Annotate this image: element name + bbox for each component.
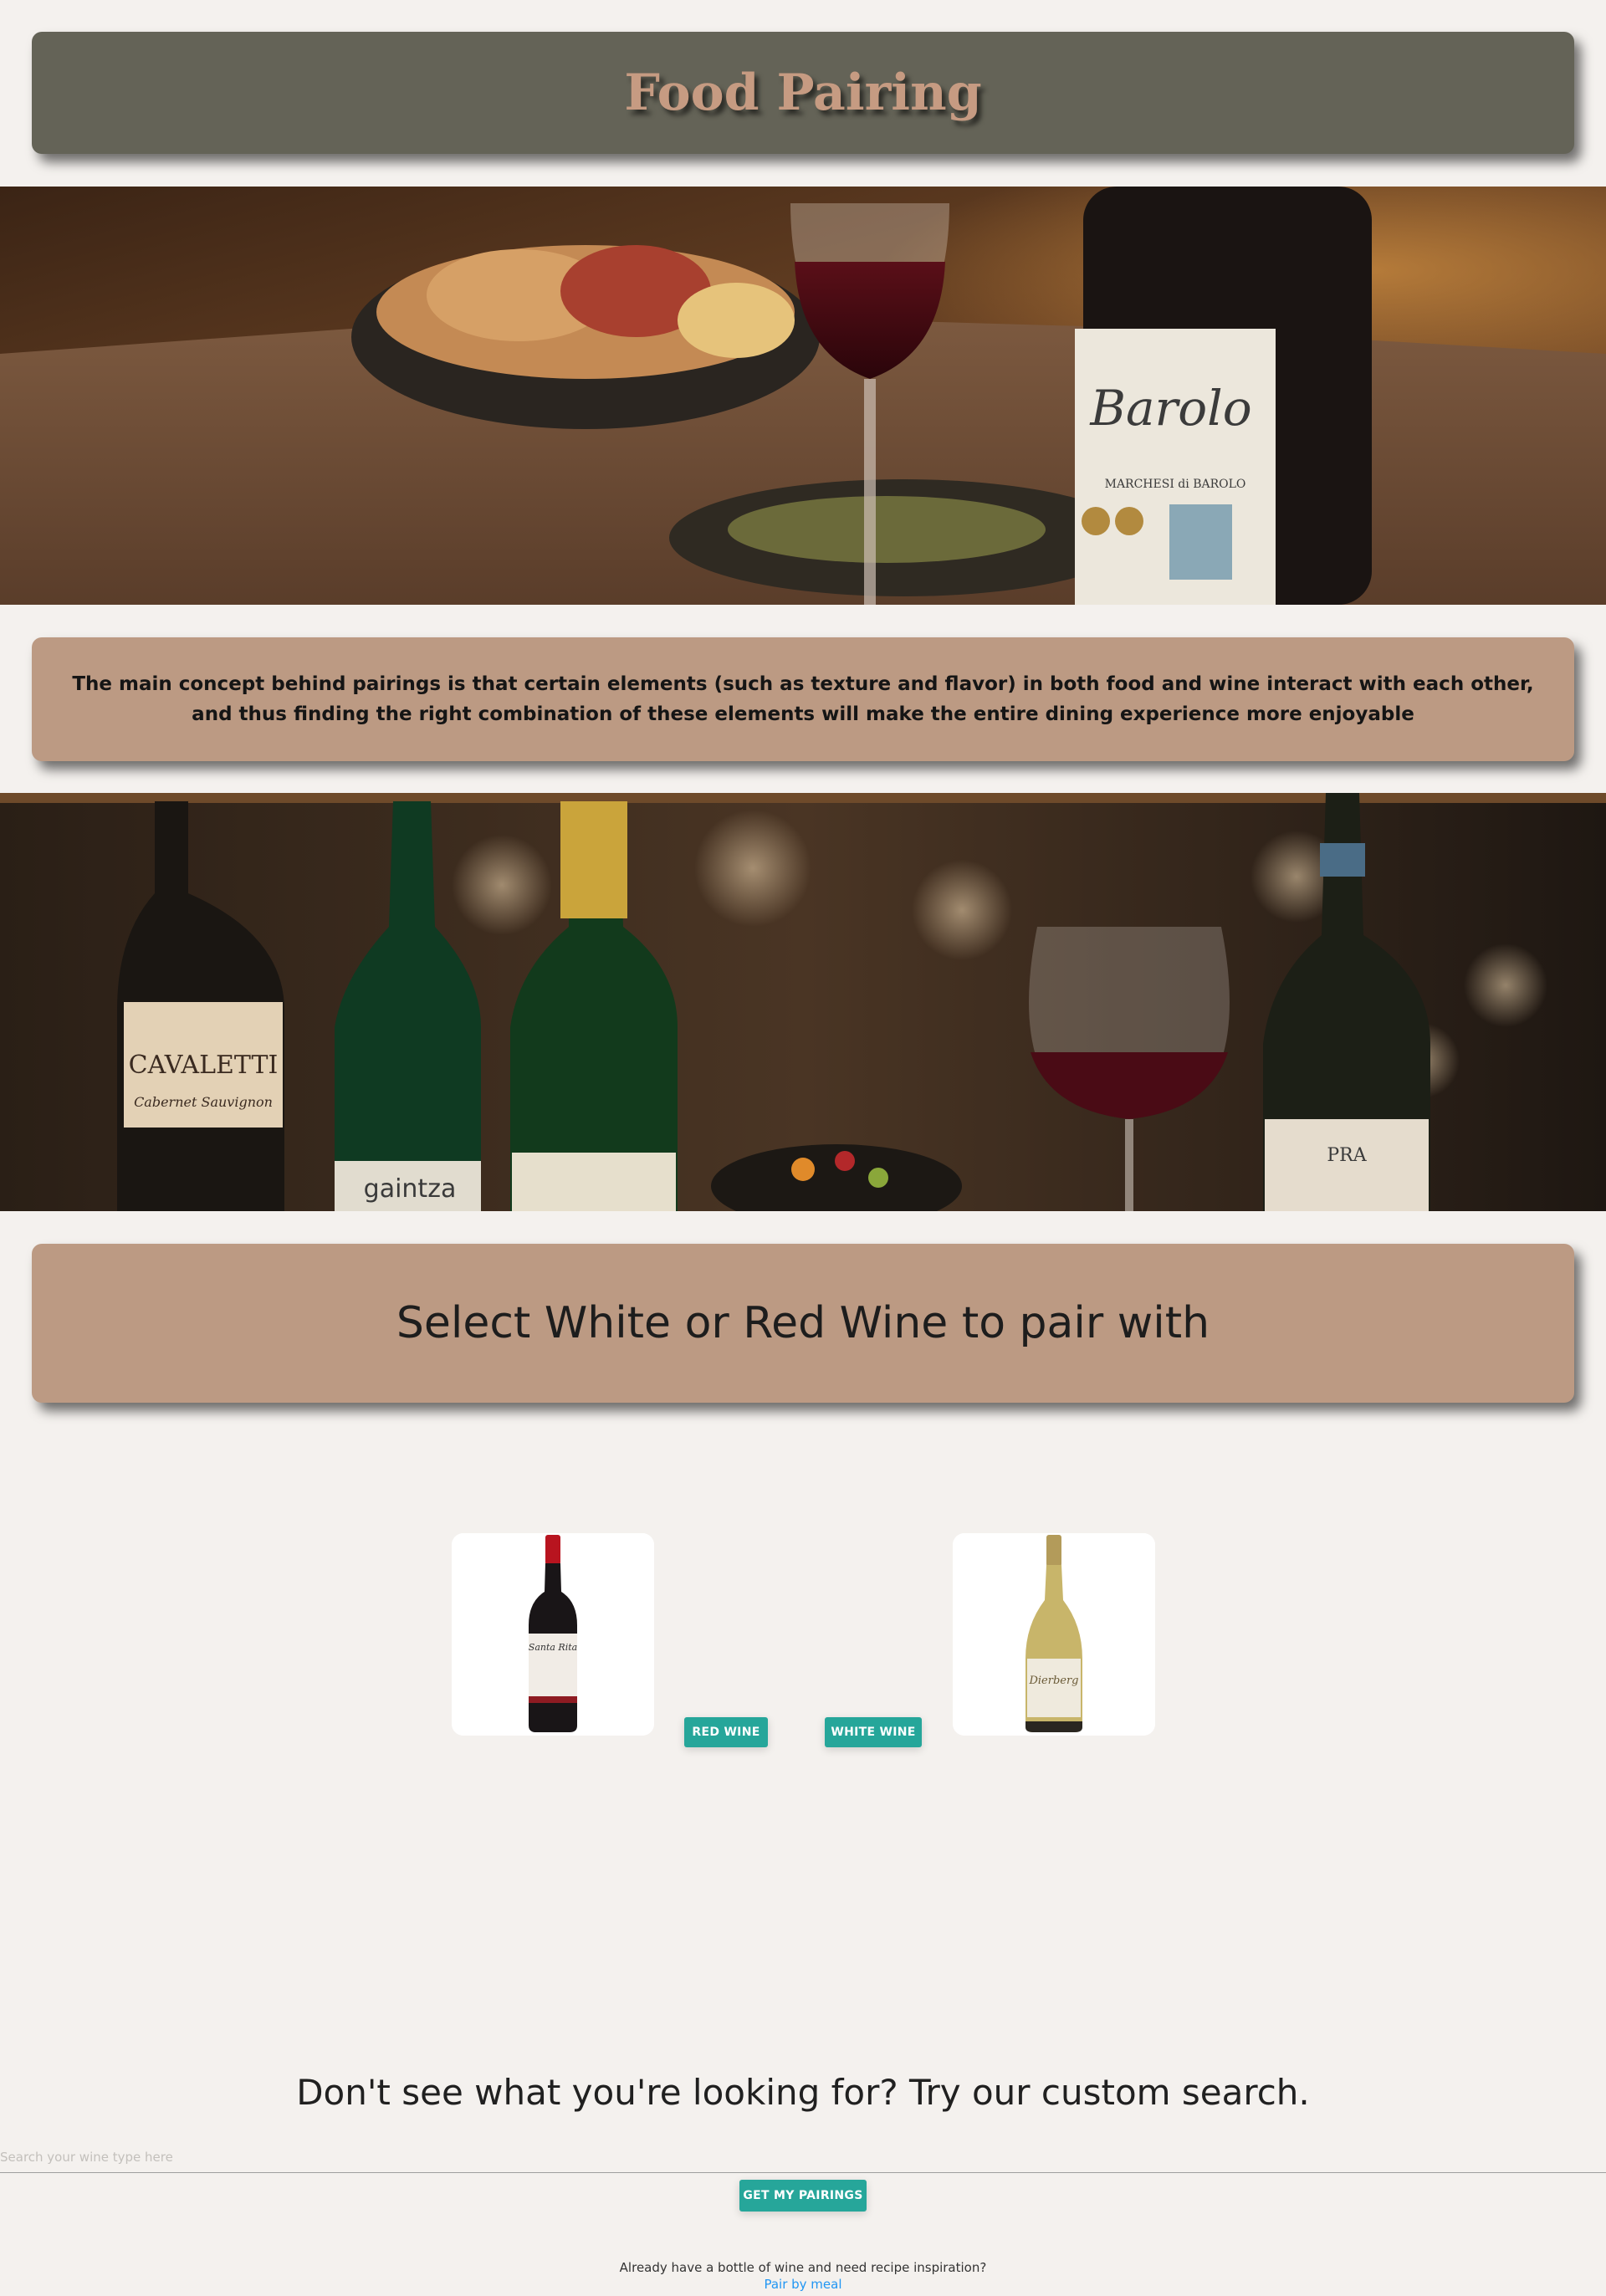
red-wine-button[interactable]: RED WINE <box>684 1717 768 1747</box>
intro-text: The main concept behind pairings is that… <box>72 673 1534 725</box>
white-wine-button[interactable]: WHITE WINE <box>825 1717 922 1747</box>
wine-search-input[interactable] <box>0 2141 1606 2173</box>
svg-text:Dierberg: Dierberg <box>1028 1675 1078 1687</box>
white-capsule <box>1046 1535 1061 1567</box>
intro-card: The main concept behind pairings is that… <box>32 637 1574 761</box>
gaintza-label-text: gaintza <box>364 1174 457 1204</box>
hero-image-barolo: Barolo MARCHESI di BAROLO <box>0 187 1606 605</box>
barolo-label-text: Barolo <box>1089 380 1251 437</box>
cavaletti-sublabel-text: Cabernet Sauvignon <box>134 1094 273 1110</box>
red-capsule <box>545 1535 560 1565</box>
red-wine-image[interactable]: Santa Rita <box>452 1533 654 1736</box>
footer-text: Already have a bottle of wine and need r… <box>619 2260 987 2275</box>
selection-card: Select White or Red Wine to pair with <box>32 1244 1574 1403</box>
custom-search-heading: Don't see what you're looking for? Try o… <box>296 2072 1310 2113</box>
page-header: Food Pairing <box>32 32 1574 154</box>
page-title: Food Pairing <box>624 64 982 122</box>
barolo-sublabel-text: MARCHESI di BAROLO <box>1105 478 1246 491</box>
hero-image-bottles: CAVALETTI Cabernet Sauvignon gaintza PRA <box>0 793 1606 1211</box>
white-wine-image[interactable]: Dierberg <box>953 1533 1155 1736</box>
svg-text:Santa Rita: Santa Rita <box>529 1642 577 1653</box>
pair-by-meal-link[interactable]: Pair by meal <box>764 2277 841 2292</box>
get-pairings-button[interactable]: GET MY PAIRINGS <box>739 2180 867 2212</box>
cavaletti-label-text: CAVALETTI <box>129 1051 279 1080</box>
selection-heading: Select White or Red Wine to pair with <box>396 1298 1210 1348</box>
pra-label-text: PRA <box>1327 1145 1367 1166</box>
